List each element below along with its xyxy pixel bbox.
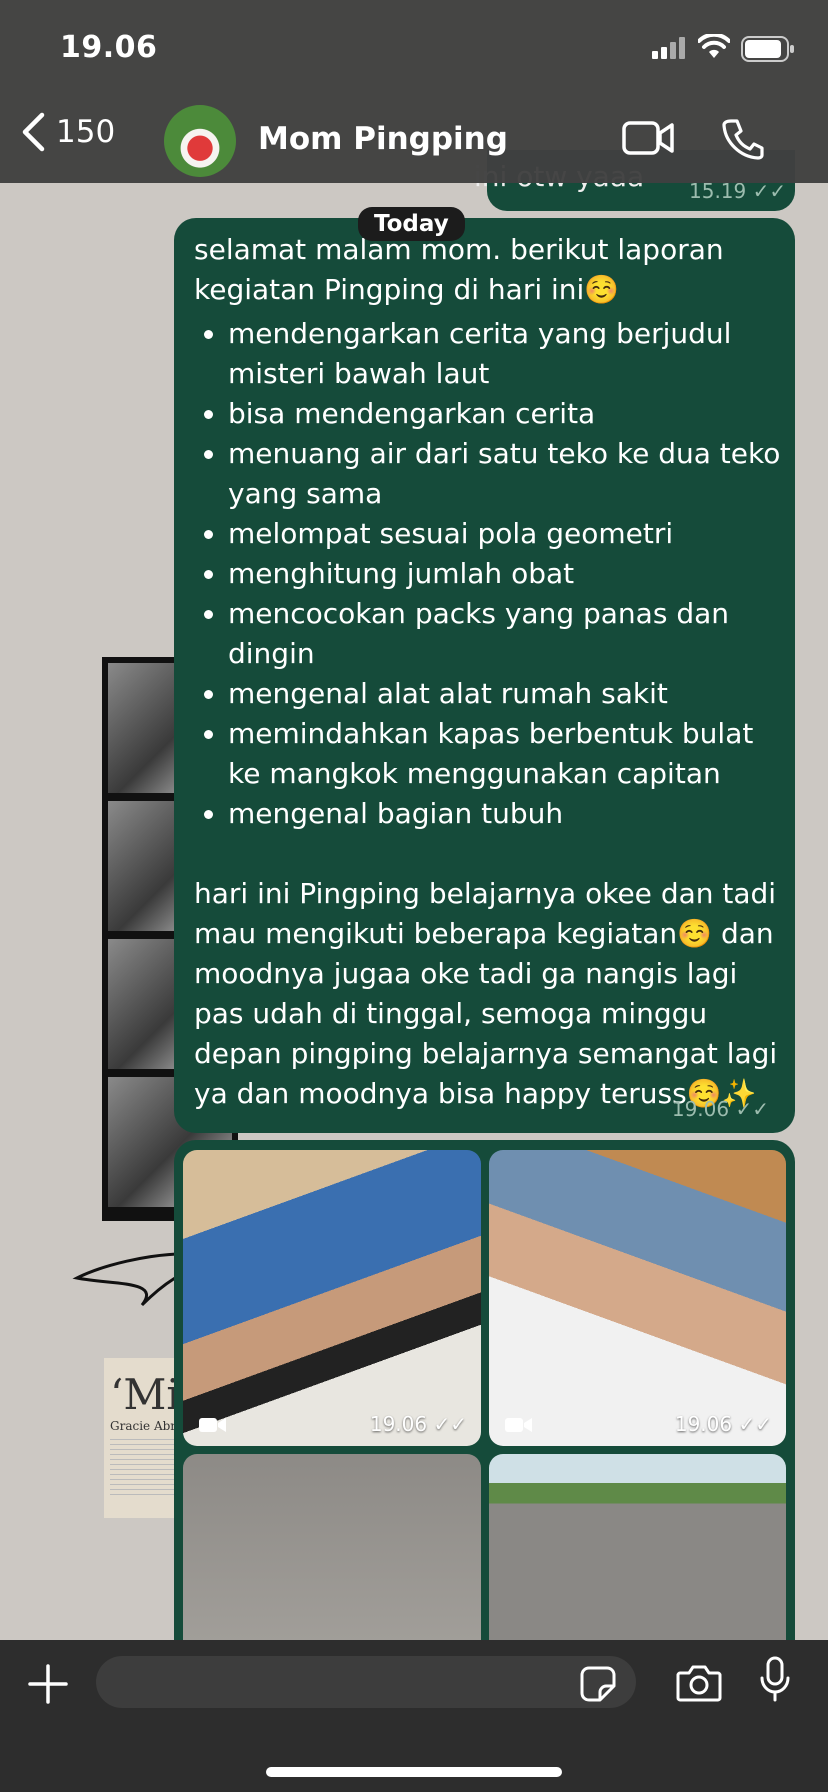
media-time: 19.06 ✓✓: [370, 1412, 467, 1436]
media-photo-thumbnail[interactable]: [489, 1454, 786, 1660]
activity-item: mendengarkan cerita yang berjudul mister…: [228, 314, 784, 394]
video-call-icon[interactable]: [622, 120, 674, 156]
date-divider: Today: [358, 207, 465, 241]
wallpaper-clip-lines: [110, 1439, 174, 1499]
plus-icon[interactable]: [28, 1664, 68, 1704]
activity-list: mendengarkan cerita yang berjudul mister…: [194, 314, 784, 834]
video-icon: [199, 1418, 226, 1432]
read-receipt-icon: ✓✓: [433, 1412, 467, 1436]
message-input[interactable]: [96, 1656, 636, 1708]
activity-item: memindahkan kapas berbentuk bulat ke man…: [228, 714, 784, 794]
wifi-icon: [698, 34, 730, 58]
activity-item: mencocokan packs yang panas dan dingin: [228, 594, 784, 674]
activity-item: menuang air dari satu teko ke dua teko y…: [228, 434, 784, 514]
status-time: 19.06: [60, 30, 158, 65]
contact-name[interactable]: Mom Pingping: [258, 121, 508, 157]
media-time: 19.06 ✓✓: [675, 1412, 772, 1436]
home-indicator[interactable]: [266, 1767, 562, 1777]
activity-item: mengenal bagian tubuh: [228, 794, 784, 834]
media-timestamp: 19.06: [674, 1412, 733, 1436]
chat-header: 19.06 150 Mom Pingping: [0, 0, 828, 183]
read-receipt-icon: ✓✓: [735, 1097, 769, 1121]
video-icon: [505, 1418, 532, 1432]
media-group: 19.06 ✓✓ 19.06 ✓✓: [174, 1140, 795, 1660]
unread-count: 150: [56, 114, 116, 150]
media-timestamp: 19.06: [369, 1412, 428, 1436]
message-intro: selamat malam mom. berikut laporan kegia…: [194, 233, 724, 306]
message-bubble[interactable]: selamat malam mom. berikut laporan kegia…: [174, 218, 795, 1133]
back-button[interactable]: 150: [20, 112, 115, 152]
activity-item: menghitung jumlah obat: [228, 554, 784, 594]
media-photo-thumbnail[interactable]: [183, 1454, 481, 1660]
sticker-icon[interactable]: [580, 1666, 616, 1702]
microphone-icon[interactable]: [760, 1656, 790, 1704]
message-timestamp: 19.06: [671, 1097, 730, 1121]
wallpaper-clip-byline: Gracie Abr: [110, 1419, 177, 1433]
activity-item: melompat sesuai pola geometri: [228, 514, 784, 554]
wallpaper-newspaper-clip: ‘Mi Gracie Abr: [104, 1358, 180, 1518]
camera-icon[interactable]: [676, 1664, 722, 1702]
message-closing: hari ini Pingping belajarnya okee dan ta…: [194, 877, 778, 1110]
phone-call-icon[interactable]: [722, 118, 764, 160]
battery-icon: [741, 36, 794, 62]
cellular-signal-icon: [652, 37, 685, 59]
activity-item: mengenal alat alat rumah sakit: [228, 674, 784, 714]
activity-item: bisa mendengarkan cerita: [228, 394, 784, 434]
contact-avatar[interactable]: [164, 105, 236, 177]
media-video-thumbnail[interactable]: 19.06 ✓✓: [489, 1150, 786, 1446]
message-body: selamat malam mom. berikut laporan kegia…: [194, 230, 784, 1114]
wallpaper-clip-headline: ‘Mi: [110, 1370, 180, 1419]
read-receipt-icon: ✓✓: [738, 1412, 772, 1436]
message-time: 19.06 ✓✓: [672, 1097, 769, 1121]
chevron-left-icon: [22, 112, 45, 152]
media-video-thumbnail[interactable]: 19.06 ✓✓: [183, 1150, 481, 1446]
